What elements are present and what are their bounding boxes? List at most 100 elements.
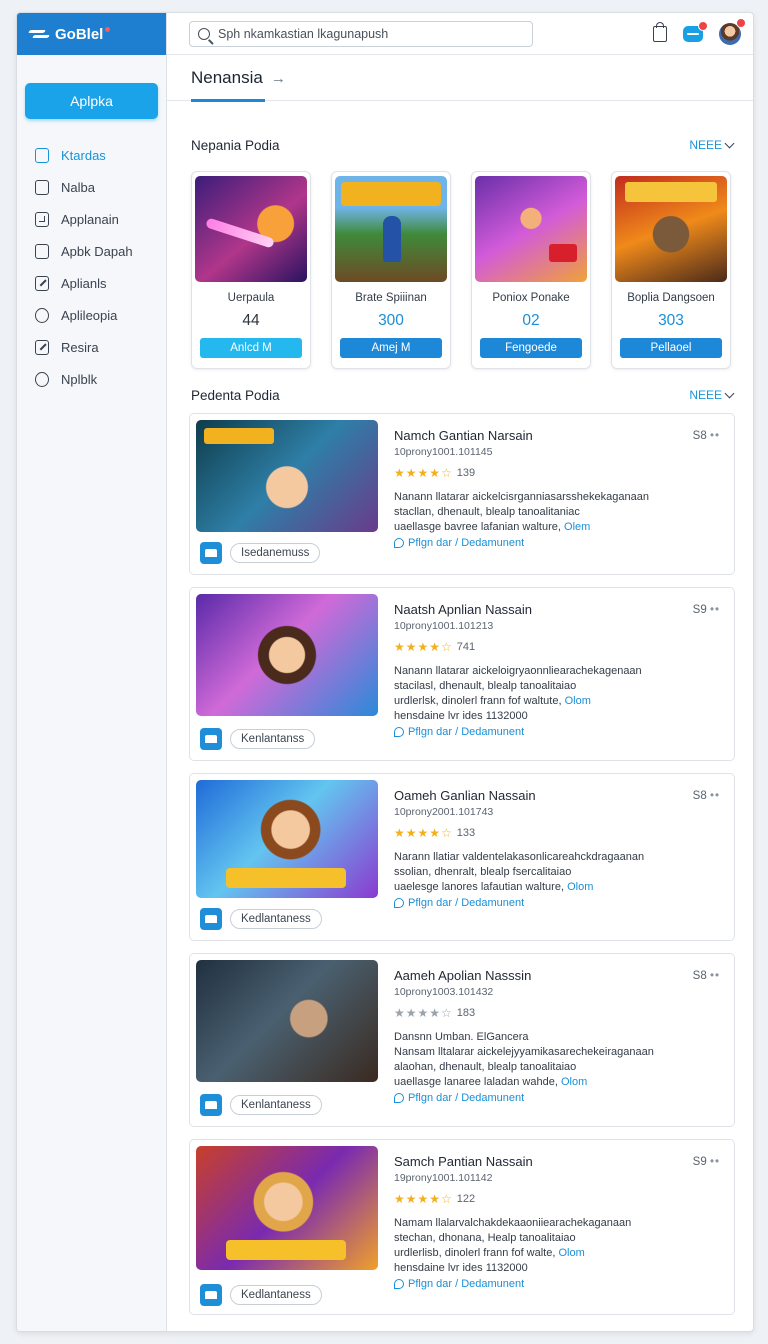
row-more[interactable]: S8 •• <box>693 970 720 982</box>
row-description: Nanann llatarar aickeloigryaonnliearache… <box>394 664 718 724</box>
circle-icon <box>35 307 49 323</box>
list-item[interactable]: Kedlantaness Samch Pantian Nassain 19pro… <box>189 1139 735 1315</box>
game-thumbnail <box>196 420 378 532</box>
section-title: Nepania Podia <box>191 137 280 153</box>
card-name: Boplia Dangsoen <box>627 292 715 304</box>
row-tag[interactable]: Kenlantanss <box>200 728 316 750</box>
sidebar-item-aplianls[interactable]: Aplianls <box>17 267 166 299</box>
row-description: Dansnn Umban. ElGancera Nansam lltalarar… <box>394 1030 718 1090</box>
sidebar-item-nplblk[interactable]: Nplblk <box>17 363 166 395</box>
sidebar-item-resira[interactable]: Resira <box>17 331 166 363</box>
more-link[interactable]: Olom <box>561 1076 587 1088</box>
primary-action-button[interactable]: Aplpka <box>25 83 158 119</box>
row-tag[interactable]: Kedlantaness <box>200 1284 322 1306</box>
sidebar-item-ktardas[interactable]: Ktardas <box>17 139 166 171</box>
star-rating-icon: ★★★★☆ <box>394 466 453 480</box>
row-link[interactable]: Pflgn dar / Dedamunent <box>394 1092 718 1104</box>
row-more-label: S8 <box>692 790 707 802</box>
sidebar-item-label: Apbk Dapah <box>61 243 133 259</box>
card-button[interactable]: Fengoede <box>480 338 582 358</box>
card-button[interactable]: Amej M <box>340 338 442 358</box>
row-info: Aameh Apolian Nasssin 10prony1003.101432… <box>394 968 718 1104</box>
list-item[interactable]: Kenlantaness Aameh Apolian Nasssin 10pro… <box>189 953 735 1127</box>
desc-line: urdlerlisb, dinolerl frann fof walte, Ol… <box>394 1246 718 1261</box>
row-tag[interactable]: Kedlantaness <box>200 908 322 930</box>
sidebar-item-label: Resira <box>61 339 99 355</box>
row-more[interactable]: S9 •• <box>693 1156 720 1168</box>
row-more[interactable]: S8 •• <box>693 430 720 442</box>
desc-line: Dansnn Umban. ElGancera <box>394 1031 529 1043</box>
folder-icon <box>35 243 49 259</box>
desc-line: Narann llatiar valdentelakasonlicareahck… <box>394 851 645 863</box>
row-description: Narann llatiar valdentelakasonlicareahck… <box>394 850 718 895</box>
more-link[interactable]: Olem <box>564 521 590 533</box>
featured-card[interactable]: Uerpaula 44 Anlcd M <box>191 171 311 369</box>
featured-card[interactable]: Poniox Ponake 02 Fengoede <box>471 171 591 369</box>
sidebar-item-aplileopia[interactable]: Aplileopia <box>17 299 166 331</box>
chat-icon[interactable] <box>683 20 708 42</box>
list-item[interactable]: Isedanemuss Namch Gantian Narsain 10pron… <box>189 413 735 575</box>
more-icon: •• <box>709 970 720 982</box>
tab-bar: Nenansia → <box>167 55 753 102</box>
row-link[interactable]: Pflgn dar / Dedamunent <box>394 1278 718 1290</box>
desc-line: hensdaine lvr ides 1132000 <box>394 1262 528 1274</box>
avatar[interactable] <box>719 17 746 45</box>
see-more-link[interactable]: NEEE <box>689 138 735 152</box>
card-number: 02 <box>522 312 540 329</box>
card-button[interactable]: Pellaoel <box>620 338 722 358</box>
tag-icon <box>394 538 404 548</box>
row-link[interactable]: Pflgn dar / Dedamunent <box>394 537 718 549</box>
chevron-down-icon <box>724 138 735 148</box>
sidebar-item-apbk-dapah[interactable]: Apbk Dapah <box>17 235 166 267</box>
card-button[interactable]: Anlcd M <box>200 338 302 358</box>
tag-label: Kedlantaness <box>230 909 322 929</box>
search-input[interactable] <box>218 26 518 41</box>
row-tag[interactable]: Kenlantaness <box>200 1094 322 1116</box>
row-more[interactable]: S9 •• <box>693 604 720 616</box>
see-more-label: NEEE <box>689 388 722 402</box>
sidebar-item-label: Nplblk <box>61 371 98 387</box>
brand-header[interactable]: GoBlel <box>17 13 166 55</box>
desc-line: uaellasge lanaree laladan wahde, Olom <box>394 1075 718 1090</box>
notification-badge <box>698 20 708 31</box>
rating: ★★★★☆ 183 <box>394 1006 718 1020</box>
see-more-link[interactable]: NEEE <box>689 388 735 402</box>
tab-nenansia[interactable]: Nenansia → <box>191 55 286 102</box>
desc-line: hensdaine lvr ides 1132000 <box>394 710 528 722</box>
row-info: Samch Pantian Nassain 19prony1001.101142… <box>394 1154 718 1290</box>
list-section-header: Pedenta Podia NEEE <box>167 385 753 405</box>
more-link[interactable]: Olom <box>567 881 593 893</box>
more-icon: •• <box>709 1156 720 1168</box>
row-link[interactable]: Pflgn dar / Dedamunent <box>394 726 718 738</box>
desc-line: Nanann llatarar aickeloigryaonnliearache… <box>394 665 642 677</box>
game-thumbnail <box>196 1146 378 1270</box>
sidebar-item-applanain[interactable]: Applanain <box>17 203 166 235</box>
desc-text: uaellasge lanaree laladan wahde, <box>394 1076 558 1088</box>
folder-icon <box>35 179 49 195</box>
top-actions <box>653 17 746 45</box>
list-item[interactable]: Kedlantaness Oameh Ganlian Nassain 10pro… <box>189 773 735 941</box>
shopping-bag-icon[interactable] <box>653 21 667 42</box>
more-icon: •• <box>709 604 720 616</box>
featured-card[interactable]: Boplia Dangsoen 303 Pellaoel <box>611 171 731 369</box>
rating-count: 741 <box>456 641 476 653</box>
desc-line: ssolian, dhenralt, blealp fsercalitaiao <box>394 866 572 878</box>
row-tag[interactable]: Isedanemuss <box>200 542 321 564</box>
tag-icon <box>394 1279 404 1289</box>
store-icon <box>200 542 222 564</box>
row-subtitle: 10prony1003.101432 <box>394 986 494 998</box>
star-rating-icon: ★★★★☆ <box>394 640 453 654</box>
more-link[interactable]: Olom <box>558 1247 584 1259</box>
featured-card[interactable]: Brate Spiiinan 300 Amej M <box>331 171 451 369</box>
game-thumbnail <box>196 594 378 716</box>
sidebar-item-label: Aplianls <box>61 275 107 291</box>
sidebar-item-nalba[interactable]: Nalba <box>17 171 166 203</box>
row-more[interactable]: S8 •• <box>693 790 720 802</box>
logo-icon <box>29 27 49 41</box>
row-link[interactable]: Pflgn dar / Dedamunent <box>394 897 718 909</box>
more-link[interactable]: Olom <box>565 695 591 707</box>
list-item[interactable]: Kenlantanss Naatsh Apnlian Nassain 10pro… <box>189 587 735 761</box>
search-box[interactable] <box>189 20 533 47</box>
row-subtitle: 19prony1001.101142 <box>394 1172 493 1184</box>
game-thumbnail <box>196 960 378 1082</box>
